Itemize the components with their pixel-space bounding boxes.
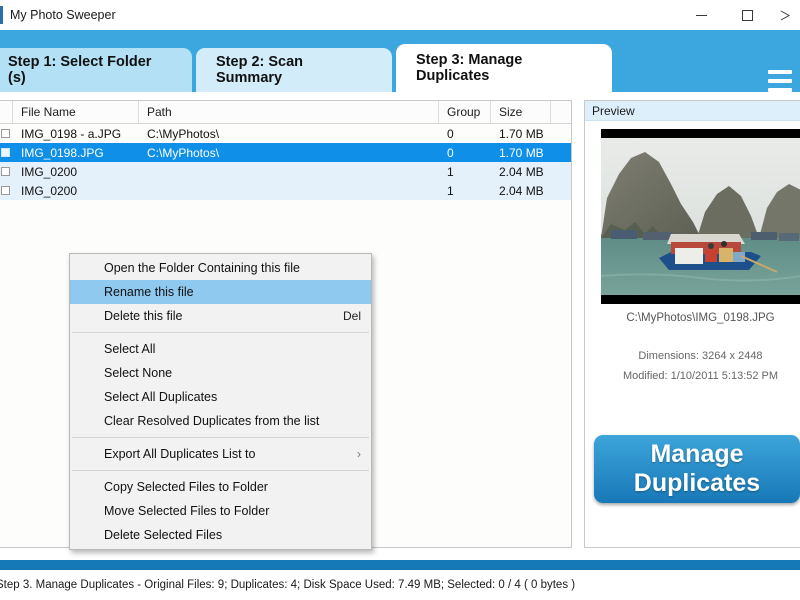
manage-duplicates-button[interactable]: Manage Duplicates — [594, 435, 800, 503]
table-row[interactable]: IMG_0200 1 2.04 MB — [0, 162, 571, 181]
row-size: 2.04 MB — [499, 183, 544, 198]
table-row[interactable]: IMG_0198 - a.JPG C:\MyPhotos\ 0 1.70 MB — [0, 124, 571, 143]
menu-item-select-all[interactable]: Select All — [70, 337, 371, 361]
menu-item-delete-selected-files[interactable]: Delete Selected Files — [70, 523, 371, 547]
column-header-size[interactable]: Size — [491, 101, 551, 123]
row-file-name: IMG_0198.JPG — [21, 145, 104, 160]
row-checkbox[interactable] — [0, 143, 13, 162]
menu-item-label: Copy Selected Files to Folder — [104, 480, 268, 494]
menu-item-select-all-duplicates[interactable]: Select All Duplicates — [70, 385, 371, 409]
menu-item-open-folder[interactable]: Open the Folder Containing this file — [70, 256, 371, 280]
status-bar: Step 3. Manage Duplicates - Original Fil… — [0, 570, 800, 600]
row-path — [139, 181, 439, 200]
tab-list: Step 1: Select Folder (s) Step 2: Scan S… — [0, 42, 616, 92]
file-list-header: File Name Path Group Size — [0, 101, 571, 124]
context-menu: Open the Folder Containing this file Ren… — [69, 253, 372, 550]
preview-metadata: Dimensions: 3264 x 2448 Modified: 1/10/2… — [585, 346, 800, 386]
menu-item-export-all-duplicates[interactable]: Export All Duplicates List to › — [70, 442, 371, 466]
row-size: 1.70 MB — [499, 126, 544, 141]
window-icon — [0, 6, 3, 24]
row-group: 0 — [447, 145, 454, 160]
checkbox-icon — [0, 167, 10, 176]
photo-thumbnail — [600, 138, 800, 295]
checkbox-icon — [0, 148, 10, 157]
menu-item-rename-file[interactable]: Rename this file — [70, 280, 371, 304]
row-group: 1 — [447, 183, 454, 198]
tab-step-1[interactable]: Step 1: Select Folder (s) — [0, 48, 192, 92]
menu-separator — [72, 332, 369, 333]
menu-separator — [72, 437, 369, 438]
manage-duplicates-line2: Duplicates — [633, 469, 761, 497]
menu-item-label: Clear Resolved Duplicates from the list — [104, 414, 320, 428]
tab-step-1-label: Step 1: Select Folder (s) — [8, 54, 152, 86]
column-header-group[interactable]: Group — [439, 101, 491, 123]
menu-item-label: Open the Folder Containing this file — [104, 261, 300, 275]
maximize-button[interactable] — [724, 0, 770, 30]
window-title: My Photo Sweeper — [10, 8, 116, 22]
manage-duplicates-line1: Manage — [650, 440, 744, 468]
menu-item-label: Export All Duplicates List to — [104, 447, 256, 461]
row-path: C:\MyPhotos\ — [147, 145, 220, 160]
table-row[interactable]: IMG_0198.JPG C:\MyPhotos\ 0 1.70 MB — [0, 143, 571, 162]
preview-dimensions: Dimensions: 3264 x 2448 — [638, 350, 763, 362]
checkbox-icon — [0, 129, 10, 138]
preview-panel: Preview C:\MyPhotos\IMG_0198.JPG Dimensi… — [584, 100, 800, 548]
row-size: 2.04 MB — [499, 164, 544, 179]
menu-item-label: Delete Selected Files — [104, 528, 223, 542]
column-header-checkbox[interactable] — [0, 101, 13, 123]
minimize-button[interactable] — [678, 0, 724, 30]
row-checkbox[interactable] — [0, 124, 13, 143]
column-header-path[interactable]: Path — [139, 101, 439, 123]
menu-item-label: Rename this file — [104, 285, 194, 299]
menu-item-label: Select All — [104, 342, 156, 356]
menu-item-label: Select None — [104, 366, 173, 380]
tab-strip: Step 1: Select Folder (s) Step 2: Scan S… — [0, 30, 800, 92]
title-bar: My Photo Sweeper — [0, 0, 800, 31]
menu-item-move-selected-files[interactable]: Move Selected Files to Folder — [70, 499, 371, 523]
menu-item-label: Move Selected Files to Folder — [104, 504, 270, 518]
row-file-name: IMG_0200 — [21, 164, 78, 179]
preview-file-path: C:\MyPhotos\IMG_0198.JPG — [626, 312, 775, 324]
menu-item-select-none[interactable]: Select None — [70, 361, 371, 385]
table-row[interactable]: IMG_0200 1 2.04 MB — [0, 181, 571, 200]
row-group: 1 — [447, 164, 454, 179]
status-bar-text: Step 3. Manage Duplicates - Original Fil… — [0, 579, 576, 591]
tab-step-3[interactable]: Step 3: Manage Duplicates — [396, 44, 612, 92]
main-content: File Name Path Group Size IMG_0198 - a.J… — [0, 92, 800, 560]
menu-item-label: Select All Duplicates — [104, 390, 218, 404]
hamburger-menu-icon[interactable] — [768, 70, 792, 92]
submenu-chevron-icon: › — [357, 447, 361, 461]
menu-item-delete-file[interactable]: Delete this file Del — [70, 304, 371, 328]
tab-step-2[interactable]: Step 2: Scan Summary — [196, 48, 392, 92]
row-size: 1.70 MB — [499, 145, 544, 160]
menu-item-clear-resolved-duplicates[interactable]: Clear Resolved Duplicates from the list — [70, 409, 371, 433]
row-file-name: IMG_0198 - a.JPG — [21, 126, 122, 141]
row-checkbox[interactable] — [0, 181, 13, 200]
tab-step-3-label: Step 3: Manage Duplicates — [416, 52, 523, 84]
row-path — [139, 162, 439, 181]
menu-item-label: Delete this file — [104, 309, 183, 323]
tab-step-2-label: Step 2: Scan Summary — [216, 54, 304, 86]
preview-title: Preview — [585, 101, 800, 121]
row-checkbox[interactable] — [0, 162, 13, 181]
row-file-name: IMG_0200 — [21, 183, 78, 198]
menu-item-shortcut: Del — [342, 309, 361, 323]
app-window: My Photo Sweeper Step 1: Select Folder (… — [0, 0, 800, 600]
preview-image-frame — [600, 129, 800, 304]
column-header-file-name[interactable]: File Name — [13, 101, 139, 123]
row-group: 0 — [447, 126, 454, 141]
menu-separator — [72, 470, 369, 471]
checkbox-icon — [0, 186, 10, 195]
preview-modified: Modified: 1/10/2011 5:13:52 PM — [622, 370, 779, 382]
column-header-filler — [551, 101, 571, 123]
close-button[interactable] — [770, 0, 800, 30]
accent-bar — [0, 560, 800, 570]
window-controls — [678, 0, 800, 30]
menu-item-copy-selected-files[interactable]: Copy Selected Files to Folder — [70, 475, 371, 499]
row-path: C:\MyPhotos\ — [147, 126, 220, 141]
